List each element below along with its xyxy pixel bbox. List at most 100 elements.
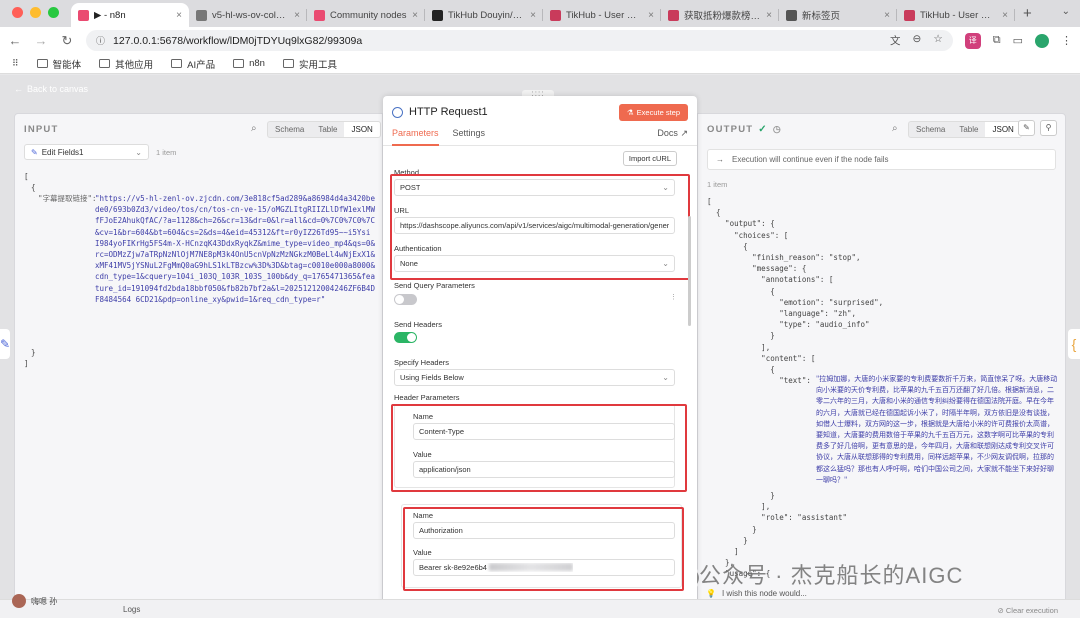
output-json-tab[interactable]: JSON	[985, 122, 1021, 137]
browser-tab[interactable]: ▶ - n8n ×	[71, 3, 189, 27]
external-link-icon: ↗	[680, 128, 688, 138]
folder-icon	[233, 59, 245, 68]
bookmark-folder[interactable]: AI产品	[171, 57, 215, 71]
close-tab-icon[interactable]: ×	[412, 10, 418, 21]
docs-link[interactable]: Docs ↗	[657, 128, 688, 139]
output-json-line: "text":	[707, 376, 816, 386]
browser-tab[interactable]: TikHub - User Dashb ×	[543, 3, 661, 27]
n8n-logo-icon	[78, 9, 89, 21]
feedback-input[interactable]: 💡 I wish this node would...	[706, 589, 807, 598]
tikhub-icon	[432, 9, 443, 21]
output-json-line: "type": "audio_info"	[707, 320, 870, 330]
node-tabs: Parameters Settings Docs ↗	[383, 128, 697, 146]
site-info-icon[interactable]: ⓘ	[96, 34, 105, 47]
translate-icon[interactable]: 文	[890, 33, 901, 48]
menu-kebab-icon[interactable]: ⋮	[1061, 34, 1072, 47]
output-json-line: ],	[707, 342, 771, 352]
browser-tab[interactable]: Community nodes ×	[307, 3, 425, 27]
panel-scrollbar[interactable]	[688, 216, 691, 326]
tikhub-icon	[668, 9, 679, 21]
input-json-tab[interactable]: JSON	[344, 122, 380, 137]
pencil-icon: ✎	[0, 337, 11, 351]
output-json-line: "annotations": [	[707, 275, 834, 285]
close-tab-icon[interactable]: ×	[1002, 10, 1008, 21]
input-node-select[interactable]: ✎ Edit Fields1 ⌄	[24, 144, 149, 160]
apps-grid-icon[interactable]: ⠿	[12, 58, 19, 69]
close-tab-icon[interactable]: ×	[294, 10, 300, 21]
input-schema-tab[interactable]: Schema	[268, 122, 311, 137]
execute-step-button[interactable]: ⚗ Execute step	[618, 103, 688, 121]
browser-tab[interactable]: 获取抵粉爆款榜/Fetc ×	[661, 3, 779, 27]
right-edge-handle[interactable]: {	[1068, 329, 1080, 359]
close-window-button[interactable]	[12, 7, 23, 18]
pin-data-icon[interactable]: ⚲	[1040, 120, 1057, 136]
close-tab-icon[interactable]: ×	[766, 10, 772, 21]
tab-label: v5-hl-ws-ov-coldy.z	[212, 9, 290, 21]
send-query-toggle[interactable]	[394, 294, 417, 305]
watermark-text: 公众号 · 杰克船长的AIGC	[699, 563, 964, 588]
back-to-canvas-link[interactable]: ← Back to canvas	[14, 84, 88, 94]
input-node-name: Edit Fields1	[41, 147, 84, 157]
maximize-window-button[interactable]	[48, 7, 59, 18]
bookmark-folder[interactable]: 其他应用	[99, 57, 153, 71]
search-icon[interactable]: ⌕	[251, 123, 257, 134]
url-field[interactable]: ⓘ 127.0.0.1:5678/workflow/lDM0jTDYUq9lxG…	[86, 30, 953, 51]
browser-tab[interactable]: 新标签页 ×	[779, 3, 897, 27]
output-json-line: ]	[707, 547, 739, 556]
extension-icon[interactable]: 译	[964, 32, 981, 49]
input-table-tab[interactable]: Table	[311, 122, 344, 137]
new-tab-button[interactable]: +	[1015, 5, 1040, 27]
clear-execution-button[interactable]: ⊘ Clear execution	[998, 606, 1059, 615]
tab-parameters[interactable]: Parameters	[392, 128, 439, 146]
specify-headers-select[interactable]: Using Fields Below ⌄	[394, 369, 675, 386]
browser-tab[interactable]: v5-hl-ws-ov-coldy.z ×	[189, 3, 307, 27]
tab-label: TikHub Douyin/TikTo	[448, 9, 525, 21]
tab-list-chevron-icon[interactable]: ⌄	[1062, 6, 1070, 17]
bookmark-star-icon[interactable]: ☆	[933, 33, 942, 48]
node-title[interactable]: HTTP Request1	[409, 106, 613, 118]
braces-icon: {	[1071, 336, 1077, 352]
search-icon[interactable]: ⌕	[892, 123, 898, 134]
back-arrow-icon[interactable]: ←	[8, 33, 22, 48]
bookmark-folder[interactable]: n8n	[233, 58, 265, 69]
tab-label: TikHub - User Dashb	[920, 9, 997, 21]
browser-tab[interactable]: TikHub Douyin/TikTo ×	[425, 3, 543, 27]
import-curl-button[interactable]: Import cURL	[622, 151, 677, 166]
tikhub-icon	[904, 9, 915, 21]
puzzle-extensions-icon[interactable]: ⧉	[993, 34, 1001, 47]
output-title: OUTPUT	[707, 124, 754, 135]
send-headers-toggle[interactable]	[394, 332, 417, 343]
bookmark-folder[interactable]: 智能体	[36, 57, 81, 71]
arrow-left-icon: ←	[14, 84, 23, 94]
bookmark-folder[interactable]: 实用工具	[282, 57, 337, 71]
logs-button[interactable]: Logs	[123, 605, 140, 614]
close-tab-icon[interactable]: ×	[176, 10, 182, 21]
input-title: INPUT	[24, 124, 59, 135]
edit-output-icon[interactable]: ✎	[1018, 120, 1035, 136]
output-schema-tab[interactable]: Schema	[909, 122, 952, 137]
flask-icon: ⚗	[626, 107, 634, 117]
profile-avatar-icon[interactable]	[1035, 33, 1049, 48]
sidepanel-icon[interactable]: ▭	[1013, 34, 1023, 47]
toggle-knob	[395, 295, 404, 304]
param-options-icon[interactable]: ⋮	[670, 293, 677, 301]
reload-icon[interactable]: ↻	[60, 33, 74, 49]
close-tab-icon[interactable]: ×	[884, 10, 890, 21]
user-menu[interactable]: 嗨嗯 孙	[12, 594, 57, 608]
arrow-right-icon: →	[716, 155, 724, 164]
output-json-line: }	[707, 491, 775, 500]
bookmark-label: n8n	[249, 58, 265, 69]
close-tab-icon[interactable]: ×	[648, 10, 654, 21]
output-panel: OUTPUT ✓ ◷ ⌕ Schema Table JSON ✎ ⚲ → Exe…	[697, 113, 1066, 610]
tab-settings[interactable]: Settings	[453, 128, 486, 145]
close-tab-icon[interactable]: ×	[530, 10, 536, 21]
output-table-tab[interactable]: Table	[952, 122, 985, 137]
tab-label: ▶ - n8n	[94, 9, 126, 21]
highlight-box	[390, 174, 690, 280]
forward-arrow-icon[interactable]: →	[34, 33, 48, 48]
output-json-line: "emotion": "surprised",	[707, 297, 884, 307]
minimize-window-button[interactable]	[30, 7, 41, 18]
browser-tab[interactable]: TikHub - User Dashb ×	[897, 3, 1015, 27]
zoom-icon[interactable]: ⊖	[913, 33, 922, 48]
notice-text: Execution will continue even if the node…	[732, 155, 889, 164]
